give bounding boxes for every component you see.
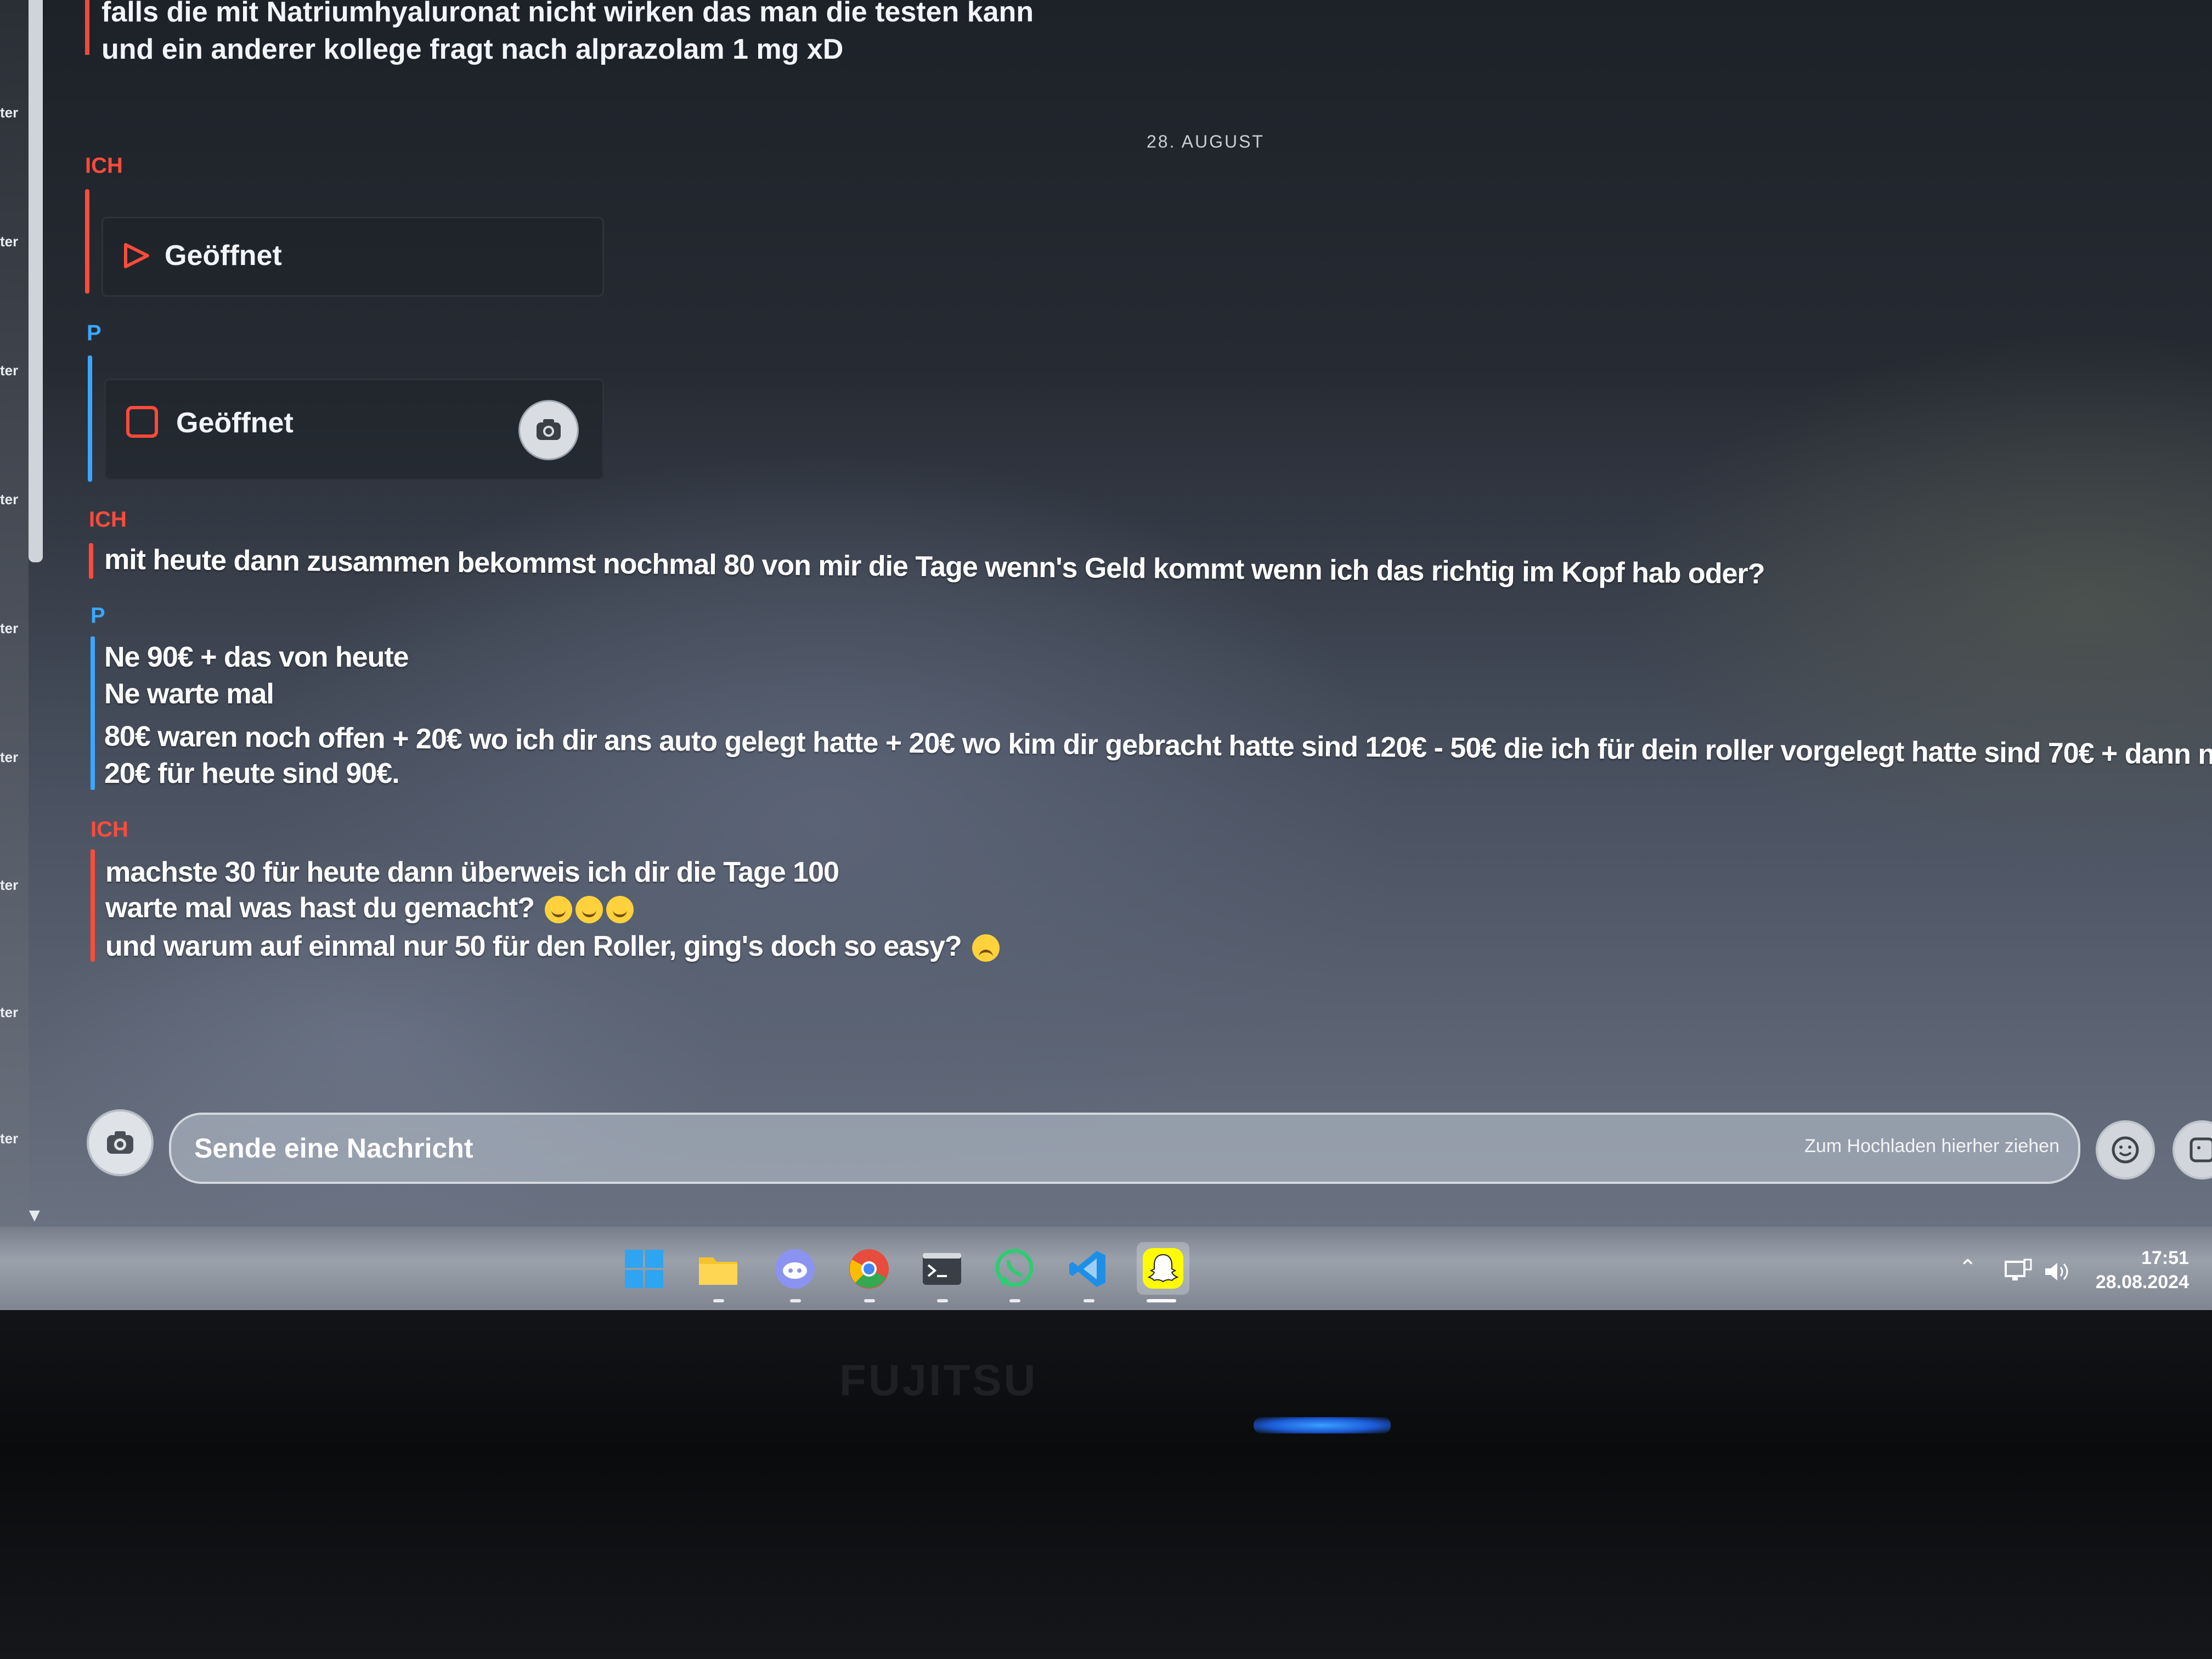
sender-bar-me	[85, 0, 89, 55]
sidebar-label[interactable]: ter	[0, 620, 22, 637]
smiley-icon	[2112, 1136, 2139, 1164]
vscode-button[interactable]	[1067, 1248, 1110, 1290]
snap-card[interactable]: Geöffnet	[104, 379, 604, 481]
snap-status: Geöffnet	[176, 407, 294, 439]
whatsapp-icon	[995, 1249, 1034, 1287]
screen: ter ter ter ter ter ter ter ter ter ▼ fa…	[0, 0, 2212, 1227]
message-text: warte mal was hast du gemacht?	[105, 892, 535, 924]
sender-label-me: ICH	[89, 507, 127, 532]
message-line-with-emoji: und warum auf einmal nur 50 für den Roll…	[105, 930, 1000, 963]
running-indicator	[937, 1299, 948, 1302]
windows-logo-icon	[625, 1250, 663, 1288]
sidebar-label[interactable]: ter	[0, 877, 22, 894]
scroll-down-icon[interactable]: ▼	[25, 1205, 44, 1226]
sender-bar-me	[85, 189, 89, 294]
sidebar-label[interactable]: ter	[0, 1130, 22, 1147]
sender-label-p: P	[87, 321, 101, 345]
date-separator: 28. AUGUST	[1147, 132, 1265, 151]
running-indicator	[864, 1299, 875, 1302]
monitor-brand-logo: FUJITSU	[839, 1356, 1038, 1404]
upload-hint: Zum Hochladen hierher ziehen	[1804, 1136, 2059, 1156]
sender-label-me: ICH	[91, 817, 128, 842]
sidebar-label[interactable]: ter	[0, 104, 22, 121]
message-line: 20€ für heute sind 90€.	[104, 758, 400, 789]
terminal-button[interactable]	[921, 1248, 963, 1290]
opened-snap-arrow-icon	[124, 243, 149, 268]
chrome-button[interactable]	[848, 1248, 890, 1290]
rofl-emoji-icon	[545, 896, 573, 924]
message-text: und warum auf einmal nur 50 für den Roll…	[105, 930, 962, 962]
windows-start-button[interactable]	[623, 1248, 665, 1290]
sender-bar-me	[91, 849, 95, 962]
file-explorer-button[interactable]	[697, 1248, 740, 1290]
message-line-with-emoji: warte mal was hast du gemacht?	[105, 891, 634, 924]
clock-time[interactable]: 17:51	[2129, 1248, 2189, 1269]
whatsapp-button[interactable]	[993, 1248, 1036, 1290]
running-indicator	[790, 1299, 801, 1302]
sidebar-label[interactable]: ter	[0, 1004, 22, 1021]
sender-label-me: ICH	[85, 154, 123, 178]
opened-snap-square-icon	[126, 406, 158, 438]
rofl-emoji-icon	[575, 896, 603, 924]
vscode-icon	[1069, 1251, 1105, 1287]
sidebar-label[interactable]: ter	[0, 233, 22, 250]
running-indicator	[1009, 1299, 1020, 1302]
terminal-icon	[923, 1253, 961, 1285]
sender-bar-me	[89, 543, 93, 579]
network-icon[interactable]	[2004, 1259, 2033, 1285]
sticker-icon	[2190, 1137, 2212, 1163]
snap-status: Geöffnet	[165, 240, 282, 272]
camera-icon	[107, 1131, 133, 1154]
message-line: Ne 90€ + das von heute	[104, 641, 409, 673]
sidebar-label[interactable]: ter	[0, 491, 22, 508]
monitor-bezel	[0, 1310, 2212, 1659]
sidebar-scrollbar[interactable]	[29, 0, 43, 562]
power-led-indicator	[1254, 1417, 1391, 1434]
message-line: und ein anderer kollege fragt nach alpra…	[101, 33, 844, 65]
sidebar-label[interactable]: ter	[0, 749, 22, 766]
sender-bar-p	[91, 636, 95, 790]
chrome-icon	[849, 1249, 889, 1289]
emoji-button[interactable]	[2096, 1120, 2155, 1180]
message-input-container[interactable]: Zum Hochladen hierher ziehen	[169, 1113, 2080, 1184]
chevron-up-icon[interactable]: ⌃	[1959, 1255, 1977, 1280]
sender-label-p: P	[91, 603, 105, 628]
snap-card[interactable]: Geöffnet	[101, 217, 604, 297]
chat-panel	[67, 0, 2212, 1210]
replay-camera-button[interactable]	[518, 400, 579, 460]
message-input[interactable]	[193, 1126, 1677, 1171]
folder-icon	[699, 1257, 737, 1285]
discord-icon	[775, 1249, 815, 1289]
message-line: Ne warte mal	[104, 678, 274, 710]
active-indicator	[1147, 1299, 1176, 1302]
camera-icon	[537, 419, 561, 440]
sender-bar-p	[88, 356, 92, 482]
clock-date[interactable]: 28.08.2024	[2090, 1272, 2189, 1293]
snapchat-icon	[1143, 1248, 1183, 1289]
left-sidebar-strip: ter ter ter ter ter ter ter ter ter	[0, 0, 29, 1227]
rofl-emoji-icon	[606, 896, 634, 924]
running-indicator	[1084, 1299, 1094, 1302]
taskbar: ⌃ 17:51 28.08.2024	[0, 1227, 2212, 1310]
sad-emoji-icon	[972, 934, 1000, 962]
message-line: falls die mit Natriumhyaluronat nicht wi…	[101, 0, 1034, 28]
message-line: machste 30 für heute dann überweis ich d…	[105, 856, 839, 888]
running-indicator	[713, 1299, 724, 1302]
snapchat-button[interactable]	[1137, 1242, 1189, 1295]
volume-icon[interactable]	[2042, 1259, 2072, 1285]
sidebar-label[interactable]: ter	[0, 362, 22, 379]
camera-button[interactable]	[87, 1109, 154, 1176]
discord-button[interactable]	[774, 1248, 816, 1290]
